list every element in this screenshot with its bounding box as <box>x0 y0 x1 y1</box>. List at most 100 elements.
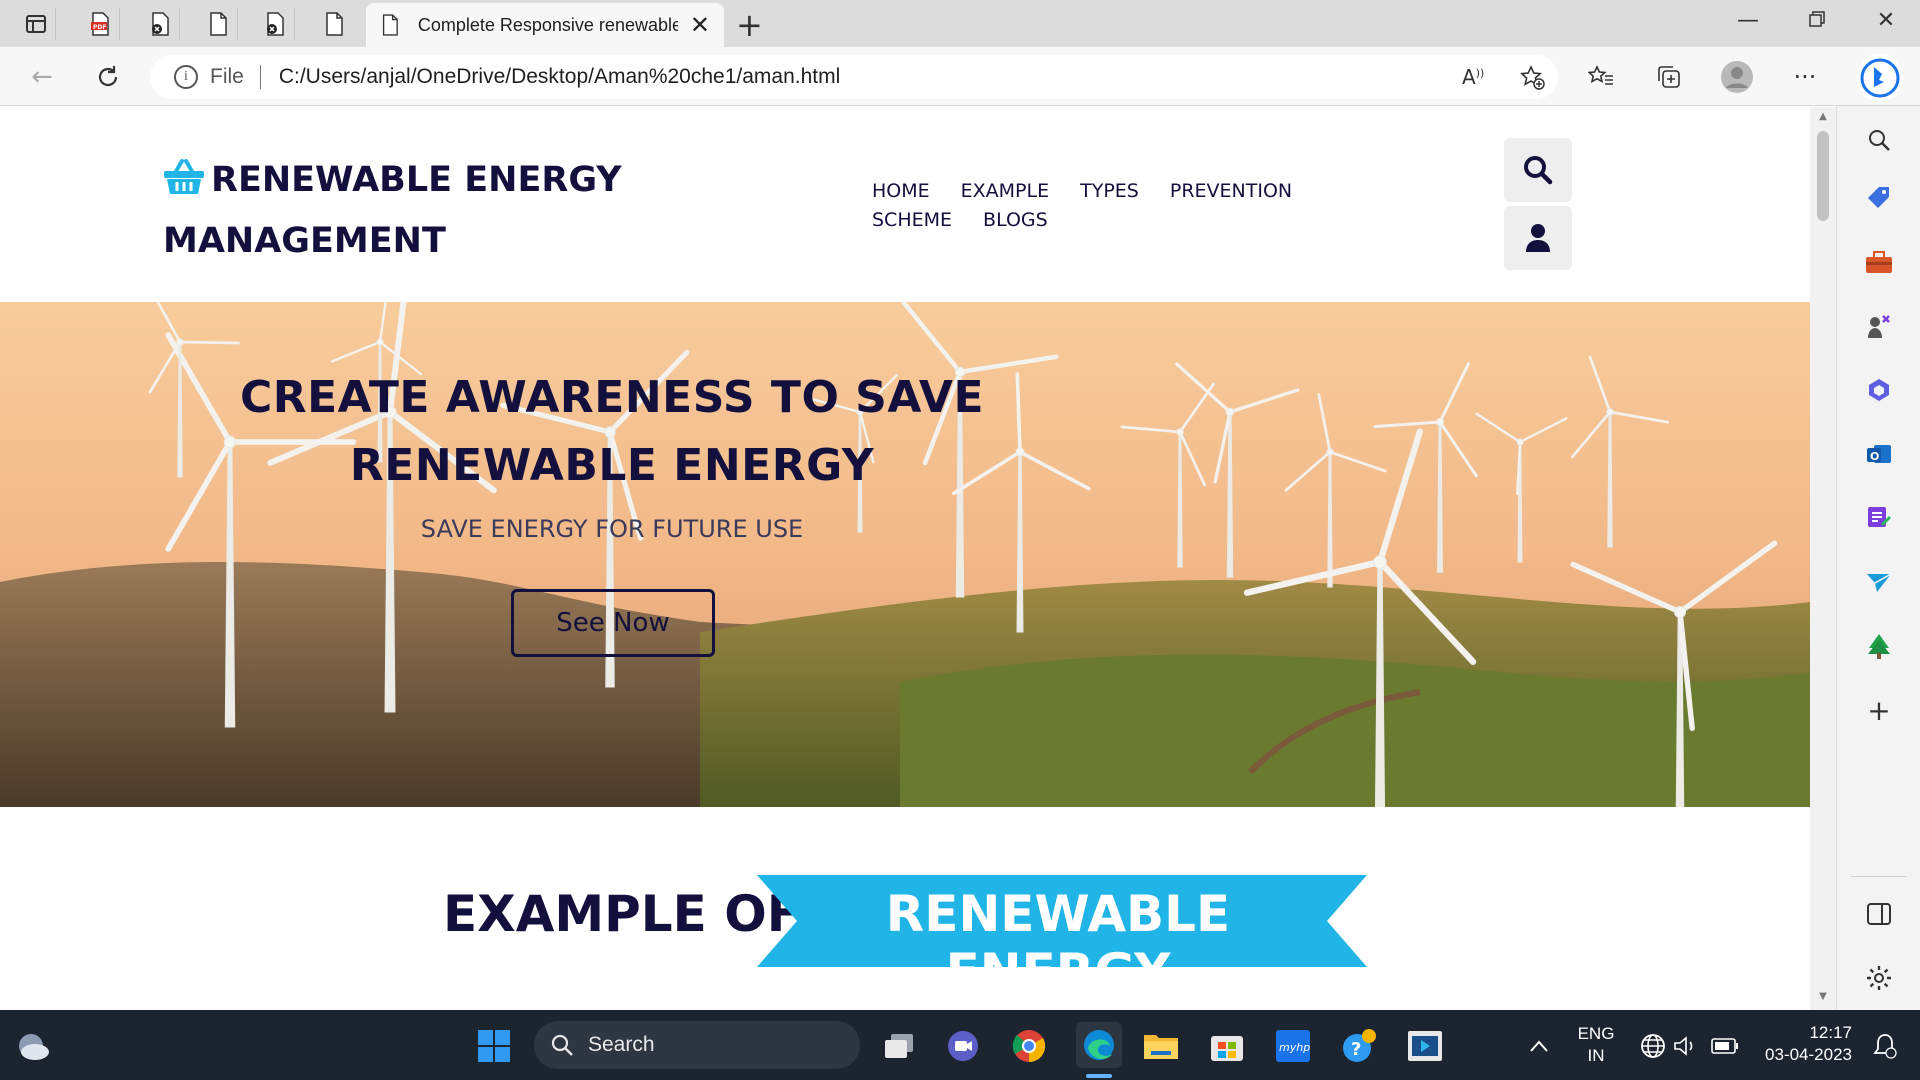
clock[interactable]: 12:17 03-04-2023 <box>1756 1022 1852 1066</box>
active-tab[interactable]: Complete Responsive renewable energy man… <box>366 3 724 47</box>
weather-icon[interactable] <box>14 1027 52 1065</box>
user-button[interactable] <box>1504 206 1572 270</box>
close-window-icon[interactable]: ✕ <box>1866 8 1906 33</box>
search-icon <box>551 1034 573 1056</box>
tab-pdf[interactable]: PDF <box>80 8 120 40</box>
nav-prevention[interactable]: PREVENTION <box>1170 177 1292 206</box>
site-logo[interactable]: RENEWABLE ENERGY MANAGEMENT <box>163 152 623 270</box>
minimize-icon[interactable]: — <box>1728 8 1768 33</box>
tree-icon[interactable] <box>1863 630 1895 662</box>
info-icon[interactable]: i <box>174 65 198 89</box>
clock-time: 12:17 <box>1809 1023 1852 1042</box>
user-icon <box>1526 224 1550 252</box>
more-options-icon[interactable]: ··· <box>1788 60 1822 94</box>
favorites-icon[interactable] <box>1584 60 1618 94</box>
tab-title: Complete Responsive renewable energy man… <box>417 14 678 35</box>
drop-icon[interactable] <box>1863 502 1895 534</box>
back-arrow-icon[interactable]: ← <box>24 59 60 95</box>
url-separator <box>259 65 261 89</box>
tab-actions-icon[interactable] <box>16 8 56 40</box>
pdf-icon: PDF <box>90 12 109 36</box>
tag-icon[interactable] <box>1863 182 1895 214</box>
nav-blogs[interactable]: BLOGS <box>983 206 1048 235</box>
example-section-heading: EXAMPLE OF RENEWABLE ENERGY <box>0 867 1810 1001</box>
send-icon[interactable] <box>1863 566 1895 598</box>
tab-file-error-1[interactable] <box>140 8 180 40</box>
page-scrollbar[interactable]: ▲ ▼ <box>1810 107 1836 1010</box>
nav-scheme[interactable]: SCHEME <box>872 206 952 235</box>
collections-icon[interactable] <box>1652 60 1686 94</box>
search-button[interactable] <box>1504 138 1572 202</box>
task-view-icon[interactable] <box>880 1027 918 1065</box>
microsoft-store-icon[interactable] <box>1208 1027 1246 1065</box>
svg-text:O: O <box>1870 450 1879 463</box>
svg-text:?: ? <box>1351 1039 1361 1060</box>
media-player-icon[interactable] <box>1406 1027 1444 1065</box>
add-favorite-icon[interactable] <box>1519 65 1546 97</box>
address-bar[interactable]: i File C:/Users/anjal/OneDrive/Desktop/A… <box>150 55 1558 99</box>
edge-sidebar: O + <box>1836 106 1920 1010</box>
start-windows-icon[interactable] <box>475 1027 513 1065</box>
scroll-thumb[interactable] <box>1817 131 1829 221</box>
scroll-down-icon[interactable]: ▼ <box>1817 991 1829 1002</box>
clock-date: 03-04-2023 <box>1765 1045 1852 1064</box>
url-text[interactable]: C:/Users/anjal/OneDrive/Desktop/Aman%20c… <box>279 65 840 89</box>
active-app-indicator <box>1086 1074 1112 1078</box>
hero-banner: CREATE AWARENESS TO SAVE RENEWABLE ENERG… <box>0 302 1810 807</box>
scroll-up-icon[interactable]: ▲ <box>1817 111 1829 122</box>
myhp-icon[interactable]: myhp <box>1274 1027 1312 1065</box>
tab-file-error-2[interactable] <box>255 8 295 40</box>
search-sidebar-icon[interactable] <box>1863 124 1895 156</box>
main-nav: HOME EXAMPLE TYPES PREVENTION SCHEME BLOGS <box>872 177 1432 235</box>
file-error-icon <box>151 12 169 36</box>
nav-example[interactable]: EXAMPLE <box>961 177 1049 206</box>
nav-types[interactable]: TYPES <box>1080 177 1139 206</box>
hero-title: CREATE AWARENESS TO SAVE RENEWABLE ENERG… <box>239 372 985 491</box>
url-scheme-label: File <box>210 65 244 88</box>
read-aloud-icon[interactable]: A)) <box>1462 65 1484 89</box>
address-toolbar: ← i File C:/Users/anjal/OneDrive/Desktop… <box>0 47 1920 106</box>
close-tab-icon[interactable]: ✕ <box>690 11 710 39</box>
logo-text: RENEWABLE ENERGY MANAGEMENT <box>163 160 622 261</box>
file-explorer-icon[interactable] <box>1142 1027 1180 1065</box>
file-icon <box>382 14 398 36</box>
search-icon <box>1524 156 1553 185</box>
chrome-icon[interactable] <box>1010 1027 1048 1065</box>
heading-plain: EXAMPLE OF <box>443 885 801 943</box>
nav-home[interactable]: HOME <box>872 177 930 206</box>
sidebar-divider <box>1851 876 1907 877</box>
microsoft-365-icon[interactable] <box>1863 374 1895 406</box>
profile-avatar[interactable] <box>1720 60 1754 94</box>
battery-icon[interactable] <box>1706 1027 1744 1065</box>
see-now-button[interactable]: See Now <box>511 589 715 657</box>
svg-text:PDF: PDF <box>93 24 106 31</box>
file-error-icon <box>266 12 284 36</box>
edge-taskbar-icon[interactable] <box>1076 1022 1122 1068</box>
basket-icon <box>163 156 205 213</box>
teams-chat-icon[interactable] <box>944 1027 982 1065</box>
file-icon <box>209 12 227 36</box>
tab-bar: PDF Complete Responsive renewable energy… <box>0 0 1920 47</box>
outlook-icon[interactable]: O <box>1863 438 1895 470</box>
language-code: ENG <box>1577 1024 1615 1043</box>
region-code: IN <box>1587 1046 1605 1065</box>
add-icon[interactable]: + <box>1863 694 1895 727</box>
settings-gear-icon[interactable] <box>1863 962 1895 994</box>
bing-copilot-icon[interactable] <box>1856 54 1904 102</box>
tab-file-1[interactable] <box>198 8 238 40</box>
volume-icon[interactable] <box>1666 1027 1704 1065</box>
svg-text:myhp: myhp <box>1279 1041 1310 1054</box>
games-icon[interactable] <box>1863 310 1895 342</box>
get-help-icon[interactable]: ? <box>1340 1027 1378 1065</box>
language-indicator[interactable]: ENG IN <box>1570 1023 1622 1067</box>
show-hidden-icons[interactable] <box>1520 1027 1558 1065</box>
taskbar-search[interactable]: Search <box>534 1021 860 1069</box>
hide-sidebar-icon[interactable] <box>1863 898 1895 930</box>
tab-file-2[interactable] <box>314 8 354 40</box>
notifications-icon[interactable] <box>1866 1027 1904 1065</box>
hero-subtitle: SAVE ENERGY FOR FUTURE USE <box>420 515 804 543</box>
refresh-icon[interactable] <box>90 59 126 95</box>
restore-icon[interactable] <box>1797 8 1837 33</box>
new-tab-icon[interactable]: + <box>736 6 763 44</box>
toolbox-icon[interactable] <box>1863 246 1895 278</box>
